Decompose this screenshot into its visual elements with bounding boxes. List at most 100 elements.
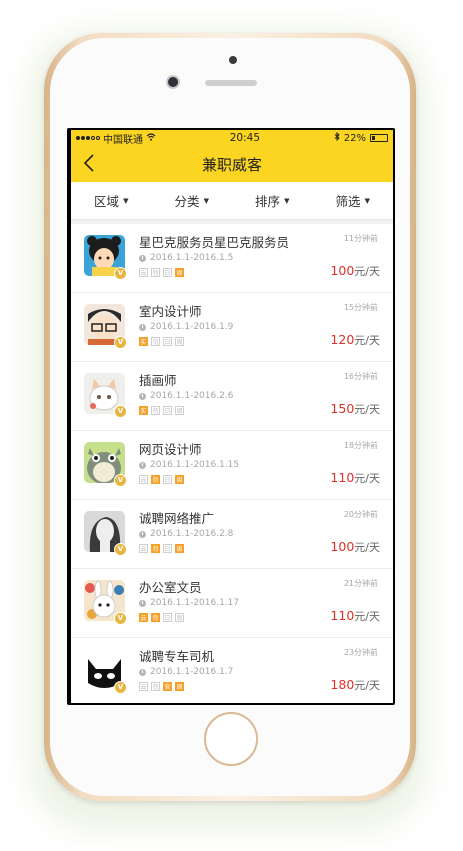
job-tag: 周	[175, 406, 184, 415]
caret-down-icon: ▼	[284, 196, 290, 205]
job-price-value: 100	[330, 263, 355, 278]
job-date-text: 2016.1.1-2016.1.5	[150, 253, 234, 263]
filter-sort[interactable]: 排序 ▼	[232, 182, 313, 219]
list-item[interactable]: V 办公室文员 2016.1.1-2016.1.17 云勿日周 21分钟前 110元/天	[71, 569, 393, 638]
mute-switch	[44, 120, 48, 140]
list-item[interactable]: V 诚聘专车司机 2016.1.1-2016.1.7 云勿官周 23分钟前 180元/天	[71, 638, 393, 703]
job-posted-ago: 21分钟前	[343, 579, 378, 588]
power-button	[412, 175, 416, 223]
filter-category[interactable]: 分类 ▼	[152, 182, 233, 219]
job-price-value: 180	[330, 677, 355, 692]
job-date: 2016.1.1-2016.2.8	[139, 529, 233, 539]
job-posted-ago: 15分钟前	[343, 303, 378, 312]
job-title: 网页设计师	[139, 442, 202, 457]
list-item[interactable]: V 星巴克服务员星巴克服务员 2016.1.1-2016.1.5 云勿日周 11分钟前 1…	[71, 224, 393, 293]
list-item[interactable]: V 室内设计师 2016.1.1-2016.1.9 实勿日周 15分钟前 120元/天	[71, 293, 393, 362]
job-price-value: 100	[330, 539, 355, 554]
job-price-value: 110	[330, 608, 355, 623]
job-tag: 日	[163, 268, 172, 277]
job-tag: 云	[139, 544, 148, 553]
job-title: 插画师	[139, 373, 177, 388]
verified-badge-icon: V	[114, 405, 127, 418]
filter-region[interactable]: 区域 ▼	[71, 182, 152, 219]
job-title: 诚聘网络推广	[139, 511, 215, 526]
job-price: 110元/天	[330, 608, 380, 624]
job-posted-ago: 16分钟前	[343, 372, 378, 381]
filter-screen[interactable]: 筛选 ▼	[313, 182, 394, 219]
carrier-label: 中国联通	[103, 134, 143, 146]
bluetooth-icon	[334, 131, 340, 144]
job-date: 2016.1.1-2016.1.15	[139, 460, 239, 470]
filter-label: 区域	[94, 194, 120, 209]
job-tags: 云勿日周	[139, 613, 184, 622]
job-price: 180元/天	[330, 677, 380, 693]
page-title: 兼职威客	[201, 155, 262, 174]
back-button[interactable]	[83, 153, 95, 176]
status-bar: 中国联通 20:45 22%	[71, 130, 393, 146]
caret-down-icon: ▼	[364, 196, 370, 205]
job-tag: 云	[139, 475, 148, 484]
job-price-unit: 元/天	[354, 334, 380, 347]
clock-icon	[139, 530, 146, 538]
job-title: 办公室文员	[139, 580, 202, 595]
clock-icon	[139, 392, 146, 400]
caret-down-icon: ▼	[203, 196, 209, 205]
list-item[interactable]: V 网页设计师 2016.1.1-2016.1.15 云勿日周 18分钟前 110元/天	[71, 431, 393, 500]
job-tag: 云	[139, 682, 148, 691]
job-price-value: 150	[330, 401, 355, 416]
job-list: V 星巴克服务员星巴克服务员 2016.1.1-2016.1.5 云勿日周 11分钟前 1…	[71, 224, 393, 703]
clock-icon	[139, 323, 146, 331]
job-date-text: 2016.1.1-2016.2.8	[150, 529, 234, 539]
clock-icon	[139, 599, 146, 607]
job-tags: 实勿日周	[139, 337, 184, 346]
job-tag: 官	[163, 682, 172, 691]
job-price: 120元/天	[330, 332, 380, 348]
job-date-text: 2016.1.1-2016.1.15	[150, 460, 240, 470]
clock-icon	[139, 254, 146, 262]
job-posted-ago: 11分钟前	[343, 234, 378, 243]
job-price-unit: 元/天	[354, 679, 380, 692]
job-title: 诚聘专车司机	[139, 649, 215, 664]
job-date: 2016.1.1-2016.1.17	[139, 598, 239, 608]
job-date: 2016.1.1-2016.2.6	[139, 391, 233, 401]
job-tags: 实勿日周	[139, 406, 184, 415]
verified-badge-icon: V	[114, 681, 127, 694]
job-tag: 勿	[151, 268, 160, 277]
job-title: 星巴克服务员星巴克服务员	[139, 235, 290, 250]
filter-label: 分类	[174, 194, 200, 209]
clock-icon	[139, 668, 146, 676]
job-tags: 云勿日周	[139, 544, 184, 553]
job-tag: 勿	[151, 682, 160, 691]
list-item[interactable]: V 诚聘网络推广 2016.1.1-2016.2.8 云勿日周 20分钟前 100元/天	[71, 500, 393, 569]
job-date: 2016.1.1-2016.1.9	[139, 322, 233, 332]
job-price-value: 120	[330, 332, 355, 347]
job-tags: 云勿日周	[139, 475, 184, 484]
job-tag: 云	[139, 613, 148, 622]
job-tag: 日	[163, 544, 172, 553]
job-tag: 周	[175, 682, 184, 691]
filter-label: 筛选	[335, 194, 361, 209]
home-button[interactable]	[204, 712, 258, 766]
job-date-text: 2016.1.1-2016.1.9	[150, 322, 234, 332]
job-date-text: 2016.1.1-2016.1.17	[150, 598, 240, 608]
job-tag: 周	[175, 613, 184, 622]
job-price-unit: 元/天	[354, 403, 380, 416]
job-tag: 周	[175, 475, 184, 484]
job-tag: 周	[175, 337, 184, 346]
clock-icon	[139, 461, 146, 469]
status-time: 20:45	[229, 132, 261, 144]
job-tag: 周	[175, 268, 184, 277]
wifi-icon	[146, 132, 156, 144]
job-tag: 实	[139, 406, 148, 415]
front-camera	[168, 77, 178, 87]
caret-down-icon: ▼	[123, 196, 129, 205]
volume-down-button	[44, 218, 48, 258]
front-sensor	[229, 56, 237, 64]
list-item[interactable]: V 插画师 2016.1.1-2016.2.6 实勿日周 16分钟前 150元/天	[71, 362, 393, 431]
verified-badge-icon: V	[114, 336, 127, 349]
job-date: 2016.1.1-2016.1.5	[139, 253, 233, 263]
job-tag: 勿	[151, 613, 160, 622]
chevron-left-icon	[83, 154, 94, 172]
job-price-unit: 元/天	[354, 541, 380, 554]
job-tag: 勿	[151, 544, 160, 553]
